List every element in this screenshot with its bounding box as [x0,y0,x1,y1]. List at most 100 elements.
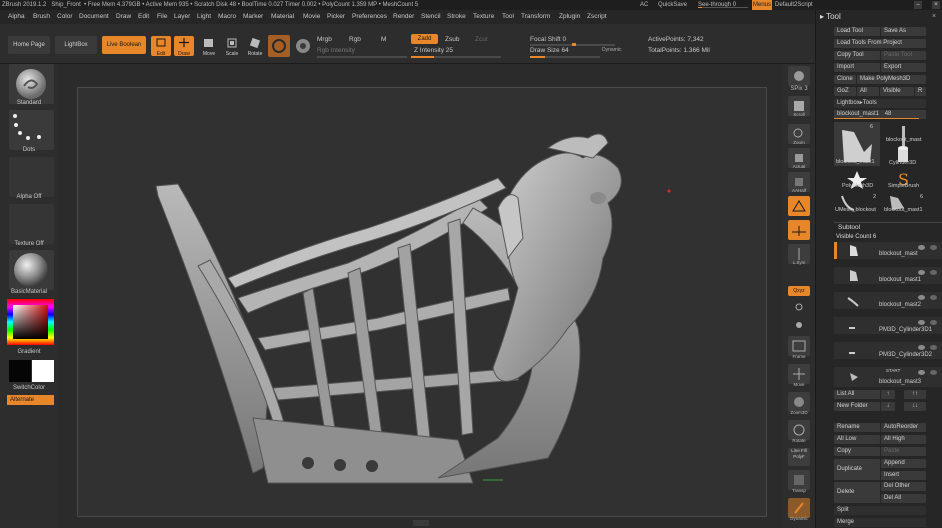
scale-button[interactable]: Scale [222,36,242,57]
alternate-button[interactable]: Alternate [7,395,54,405]
autoreorder-button[interactable]: AutoReorder [881,423,926,432]
draw-size-slider[interactable]: Draw Size 64 [530,47,569,54]
visible-count[interactable]: Visible Count 6 [836,234,876,240]
menu-layer[interactable]: Layer [174,10,190,24]
focal-shift-knob[interactable] [572,43,576,46]
move-view-button[interactable] [788,364,810,384]
document-frame[interactable] [77,87,767,517]
goz-button[interactable]: GoZ [834,87,856,96]
list-all-button[interactable]: List All [834,390,880,399]
delete-button[interactable]: Delete [834,482,880,503]
subtool-title[interactable]: Subtool [838,224,860,231]
all-high-button[interactable]: All High [881,435,926,444]
subtool-row[interactable]: PM3D_Cylinder3D2 [834,342,942,359]
m-button[interactable]: M [381,36,386,43]
menu-document[interactable]: Document [79,10,109,24]
secondary-color-swatch[interactable] [9,360,31,382]
ac-button[interactable]: AC [640,0,648,10]
z-intensity-slider[interactable]: Z Intensity 25 [414,47,453,54]
copy-button[interactable]: Copy [834,447,880,456]
menu-file[interactable]: File [157,10,167,24]
switchcolor-button[interactable]: SwitchColor [0,385,58,391]
persp-button[interactable] [788,196,810,216]
menu-transform[interactable]: Transform [521,10,550,24]
eye-icon[interactable] [918,295,925,300]
rgb-button[interactable]: Rgb [349,36,361,43]
menu-marker[interactable]: Marker [243,10,263,24]
menu-macro[interactable]: Macro [218,10,236,24]
menus-button[interactable]: Menus [752,0,772,10]
minimize-icon[interactable]: – [914,1,922,9]
brush-standard-button[interactable] [9,64,54,104]
zcut-button[interactable]: Zcut [475,36,488,43]
menu-stroke[interactable]: Stroke [447,10,466,24]
material-button[interactable] [9,250,54,290]
load-tool-button[interactable]: Load Tool [834,27,880,36]
visible-button[interactable]: Visible [880,87,914,96]
focal-shift-slider[interactable]: Focal Shift 0 [530,36,566,43]
material-sphere-button[interactable] [268,35,290,57]
menu-render[interactable]: Render [393,10,414,24]
close-panel-icon[interactable]: × [932,13,936,20]
menu-stencil[interactable]: Stencil [421,10,441,24]
rotate-button[interactable]: Rotate [245,36,265,57]
frame-button[interactable] [788,336,810,356]
del-all-button[interactable]: Del All [881,494,926,503]
see-through-slider[interactable]: See-through 0 [698,0,748,10]
subtool-row[interactable]: blockout_mast2 [834,292,942,309]
subtool-row[interactable]: blockout_mast [834,242,942,259]
copy-tool-button[interactable]: Copy Tool [834,51,880,60]
insert-button[interactable]: Insert [881,471,926,480]
home-page-button[interactable]: Home Page [8,36,50,54]
dynamic-button[interactable]: Dynamic [602,47,621,53]
color-swatch-button[interactable] [294,35,312,57]
move-down-icon[interactable]: ↓ [881,402,895,411]
spix-label[interactable]: SPix 3 [783,86,815,92]
menu-zplugin[interactable]: Zplugin [559,10,580,24]
stroke-dots-button[interactable] [9,110,54,150]
rotate-view-button[interactable] [788,420,810,440]
menu-movie[interactable]: Movie [303,10,320,24]
eye-icon[interactable] [918,345,925,350]
eye-icon[interactable] [918,245,925,250]
export-button[interactable]: Export [881,63,926,72]
live-boolean-button[interactable]: Live Boolean [102,36,146,54]
make-polymesh-button[interactable]: Make PolyMesh3D [857,75,926,84]
move-button[interactable]: Move [199,36,219,57]
primary-color-swatch[interactable] [32,360,54,382]
polypaint-icon[interactable] [930,320,937,325]
paste-tool-button[interactable]: Paste Tool [881,51,926,60]
xyz-axis-button[interactable] [788,300,810,314]
polypaint-icon[interactable] [930,370,937,375]
polypaint-icon[interactable] [930,345,937,350]
viewport[interactable] [58,64,783,528]
append-button[interactable]: Append [881,459,926,468]
menu-edit[interactable]: Edit [138,10,149,24]
subtool-row[interactable]: PM3D_Cylinder3D1 [834,317,942,334]
rename-button[interactable]: Rename [834,423,880,432]
move-up-icon[interactable]: ↑ [881,390,895,399]
r-button[interactable]: R [915,87,926,96]
menu-light[interactable]: Light [197,10,211,24]
draw-button[interactable]: Draw [174,36,194,57]
rgb-intensity-label[interactable]: Rgb Intensity [317,47,355,54]
alpha-button[interactable] [9,157,54,197]
duplicate-button[interactable]: Duplicate [834,459,880,480]
menu-texture[interactable]: Texture [473,10,494,24]
eye-icon[interactable] [918,320,925,325]
all-button[interactable]: All [857,87,879,96]
move-top-icon[interactable]: ↑↑ [904,390,926,399]
menu-zscript[interactable]: Zscript [587,10,607,24]
texture-button[interactable] [9,204,54,244]
eye-icon[interactable] [918,370,925,375]
canvas-scroll-tab[interactable] [413,520,429,526]
all-low-button[interactable]: All Low [834,435,880,444]
subtool-row[interactable]: START blockout_mast3 [834,367,942,387]
menu-tool[interactable]: Tool [502,10,514,24]
floor-button[interactable] [788,220,810,240]
zadd-button[interactable]: Zadd [411,34,438,44]
polypaint-icon[interactable] [930,270,937,275]
menu-brush[interactable]: Brush [33,10,50,24]
zoom3d-button[interactable] [788,392,810,412]
lightbox-tools-button[interactable]: Lightbox▸Tools [834,99,926,108]
